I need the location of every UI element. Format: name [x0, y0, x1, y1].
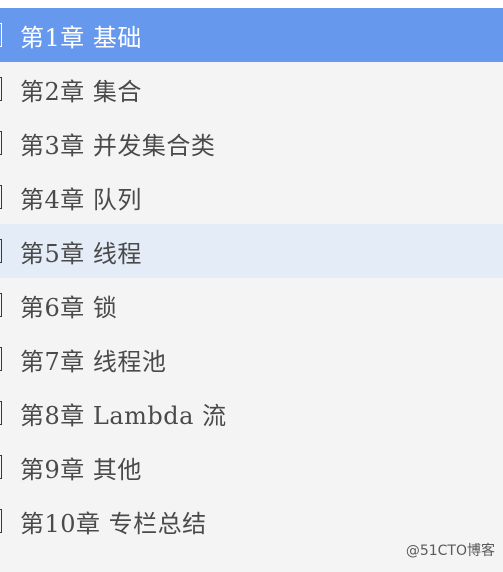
chapter-item-8[interactable]: 第8章 Lambda 流 — [0, 386, 503, 440]
chapter-label: 第4章 队列 — [20, 185, 142, 214]
chapter-label: 第8章 Lambda 流 — [20, 401, 227, 430]
item-marker — [0, 23, 2, 47]
item-marker — [0, 131, 2, 155]
chapter-label: 第7章 线程池 — [20, 347, 167, 376]
chapter-label: 第6章 锁 — [20, 293, 118, 322]
item-marker — [0, 509, 2, 533]
chapter-item-4[interactable]: 第4章 队列 — [0, 170, 503, 224]
item-marker — [0, 77, 2, 101]
chapter-list: 第1章 基础 第2章 集合 第3章 并发集合类 第4章 队列 第5章 线程 第6… — [0, 8, 503, 548]
chapter-item-3[interactable]: 第3章 并发集合类 — [0, 116, 503, 170]
chapter-item-2[interactable]: 第2章 集合 — [0, 62, 503, 116]
chapter-item-9[interactable]: 第9章 其他 — [0, 440, 503, 494]
chapter-item-6[interactable]: 第6章 锁 — [0, 278, 503, 332]
chapter-item-5[interactable]: 第5章 线程 — [0, 224, 503, 278]
chapter-label: 第9章 其他 — [20, 455, 142, 484]
item-marker — [0, 347, 2, 371]
top-strip — [0, 0, 503, 8]
chapter-label: 第5章 线程 — [20, 239, 142, 268]
item-marker — [0, 185, 2, 209]
item-marker — [0, 239, 2, 263]
chapter-label: 第10章 专栏总结 — [20, 509, 207, 538]
chapter-label: 第2章 集合 — [20, 77, 142, 106]
item-marker — [0, 401, 2, 425]
item-marker — [0, 455, 2, 479]
chapter-item-1[interactable]: 第1章 基础 — [0, 8, 503, 62]
item-marker — [0, 293, 2, 317]
chapter-item-7[interactable]: 第7章 线程池 — [0, 332, 503, 386]
watermark: @51CTO博客 — [405, 543, 495, 559]
chapter-label: 第1章 基础 — [20, 23, 142, 52]
chapter-label: 第3章 并发集合类 — [20, 131, 216, 160]
